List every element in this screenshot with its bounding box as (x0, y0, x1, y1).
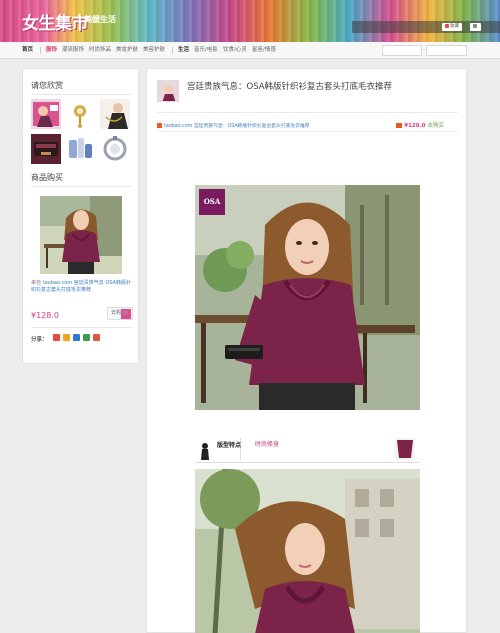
favorite-button[interactable]: 收藏 (442, 23, 462, 31)
nav-home[interactable]: 首页 (22, 42, 33, 59)
product-photo-1: OSA (195, 185, 420, 410)
nav-accessories[interactable]: 时尚饰品 (89, 42, 111, 59)
nav-divider (40, 47, 41, 54)
share-renren-icon[interactable] (73, 334, 80, 341)
taobao-icon (157, 123, 162, 128)
recommend-title: 请您欣赏 (31, 81, 63, 90)
contact-button[interactable] (470, 23, 481, 31)
recommend-thumb-2[interactable] (65, 99, 95, 129)
site-logo-subtitle: 美媛生活 (84, 15, 116, 24)
nav-fashion[interactable]: 服饰 (46, 42, 57, 59)
nav-horoscope[interactable]: 星座/情感 (252, 42, 276, 59)
article-source-link[interactable]: taobao.com 宫廷贵族气息：OSA韩版针织衫复古套头打底毛衣推荐 (157, 122, 310, 129)
header-banner: 女生集市 美媛生活 收藏 (0, 0, 500, 42)
article-source-text: taobao.com 宫廷贵族气息：OSA韩版针织衫复古套头打底毛衣推荐 (164, 124, 310, 129)
brand-logo: OSA (199, 189, 225, 215)
contact-icon (473, 23, 477, 28)
divider (31, 327, 132, 328)
share-qzone-icon[interactable] (63, 334, 70, 341)
buy-title: 商品购买 (31, 173, 63, 182)
recommend-thumb-5[interactable] (65, 134, 95, 164)
buy-button[interactable]: 去购买 🛒 (107, 307, 133, 320)
recommend-thumb-6[interactable] (100, 134, 130, 164)
divider (157, 131, 458, 132)
article-panel: 宫廷贵族气息：OSA韩版针织衫复古套头打底毛衣推荐 taobao.com 宫廷贵… (146, 68, 467, 633)
article-price-value: ¥128.0 (404, 123, 426, 129)
source-prefix: 来自 (31, 280, 42, 286)
feature-text: 时尚修身 (255, 441, 280, 448)
share-douban-icon[interactable] (83, 334, 90, 341)
cart-icon: 🛒 (121, 309, 131, 319)
article-price[interactable]: ¥128.0 去购买 (396, 121, 444, 129)
nav-right-button-2[interactable] (426, 45, 467, 56)
share-kaixin-icon[interactable] (93, 334, 100, 341)
feature-label: 版型特点 (217, 442, 242, 449)
main-nav: 首页 服饰 潮流服饰 时尚饰品 美妆护肤 美容护肤 生活 音乐/电影 饮食/心灵… (0, 42, 500, 59)
source-site-link[interactable]: taobao.com (43, 280, 73, 286)
product-image[interactable] (40, 196, 122, 274)
product-photo-2 (195, 469, 420, 633)
recommend-thumb-3[interactable] (100, 99, 130, 129)
nav-divider (172, 47, 173, 54)
divider (157, 112, 458, 113)
sidebar: 请您欣赏 商品购买 来自 taobao.com 宫廷贵族气息 OSA韩版针织衫复… (22, 68, 139, 364)
divider (31, 186, 132, 187)
sidebar-price: ¥128.0 (31, 311, 59, 320)
nav-trend-fashion[interactable]: 潮流服饰 (62, 42, 84, 59)
nav-food-mind[interactable]: 饮食/心灵 (223, 42, 247, 59)
cart-icon (396, 123, 403, 128)
share-sina-icon[interactable] (53, 334, 60, 341)
nav-makeup[interactable]: 美妆护肤 (116, 42, 138, 59)
recommend-thumb-1[interactable] (31, 99, 61, 129)
nav-life[interactable]: 生活 (178, 42, 189, 59)
nav-right-button-1[interactable] (382, 45, 422, 56)
favorite-icon (445, 23, 449, 28)
article-title: 宫廷贵族气息：OSA韩版针织衫复古套头打底毛衣推荐 (187, 82, 393, 92)
favorite-label: 收藏 (450, 24, 459, 29)
site-logo[interactable]: 女生集市 (22, 9, 89, 34)
recommend-thumb-4[interactable] (31, 134, 61, 164)
share-label: 分享： (31, 337, 48, 343)
product-source: 来自 taobao.com 宫廷贵族气息 OSA韩版针织衫复古套头打底毛衣推荐 (31, 280, 131, 294)
nav-skincare[interactable]: 美容护肤 (143, 42, 165, 59)
divider (31, 94, 132, 95)
feature-banner: 版型特点 时尚修身 (195, 436, 420, 463)
article-avatar[interactable] (157, 80, 179, 102)
go-buy-link[interactable]: 去购买 (427, 123, 444, 129)
nav-music-movie[interactable]: 音乐/电影 (194, 42, 218, 59)
